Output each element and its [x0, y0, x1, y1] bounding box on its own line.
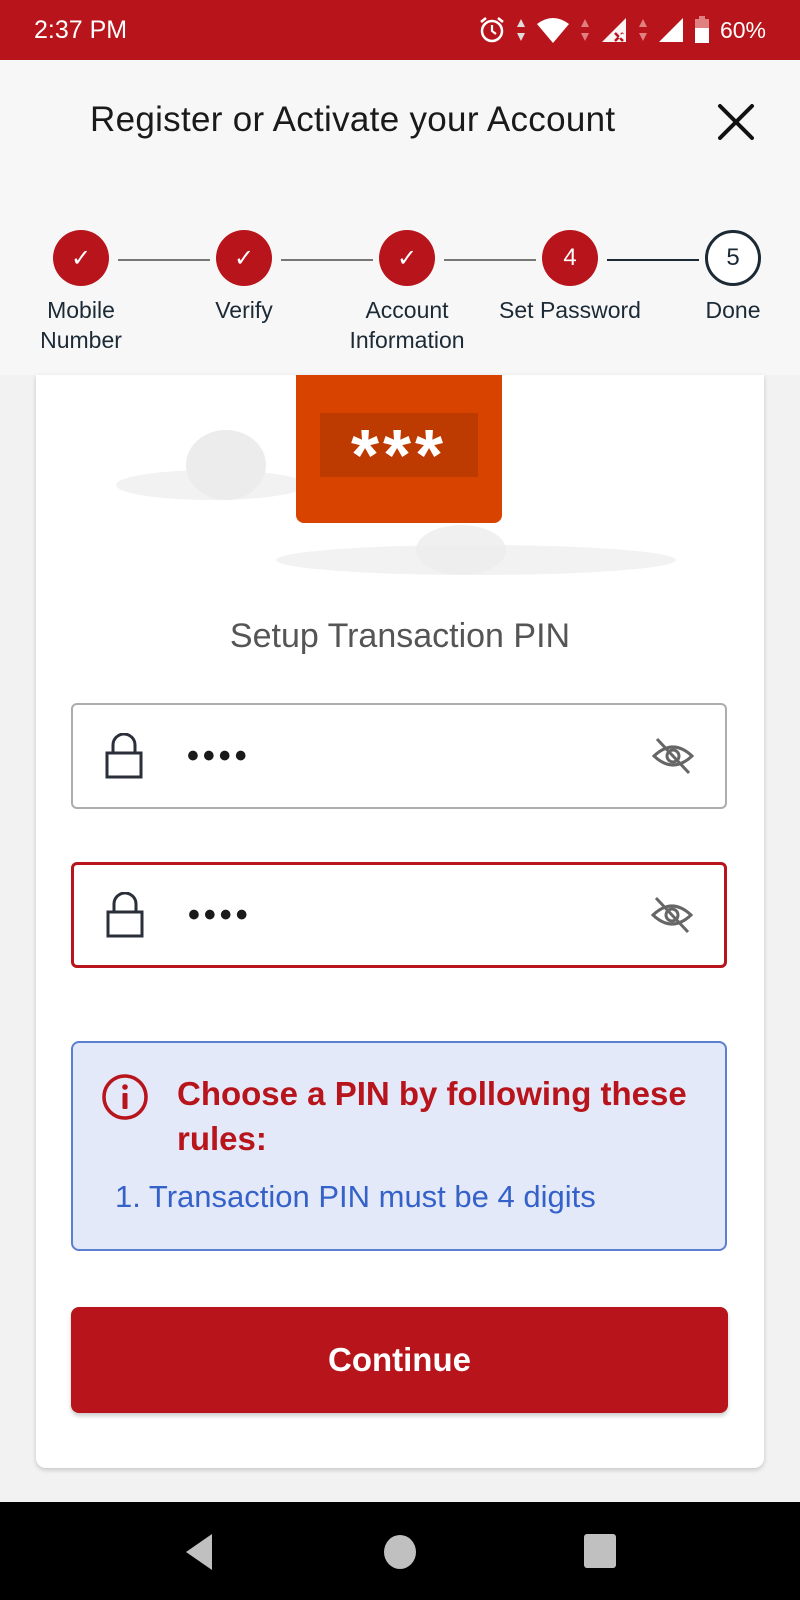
step-number: 4	[542, 230, 598, 286]
pin-setup-card: *** Setup Transaction PIN •••• •••• Choo…	[36, 375, 764, 1468]
pin-rules-notice: Choose a PIN by following these rules: 1…	[71, 1041, 727, 1251]
rule-item: 1. Transaction PIN must be 4 digits	[115, 1179, 596, 1214]
pin-graphic: ***	[296, 375, 502, 523]
status-bar: 2:37 PM 60%	[0, 0, 800, 60]
pin-graphic-text: ***	[320, 413, 478, 496]
home-icon	[384, 1535, 416, 1569]
status-icons: 60%	[478, 16, 766, 44]
rules-title: Choose a PIN by following these rules:	[177, 1075, 687, 1157]
status-time: 2:37 PM	[34, 15, 128, 44]
signal-icon	[658, 18, 683, 42]
step-label: Verify	[215, 297, 273, 323]
progress-stepper: ✓ Mobile Number ✓ Verify ✓ Account Infor…	[0, 180, 800, 375]
step-check-icon: ✓	[53, 230, 109, 286]
lock-icon	[106, 892, 144, 938]
step-done: 5 Done	[653, 230, 800, 325]
signal-no-sim-icon	[601, 18, 626, 42]
step-label: Account Information	[349, 297, 465, 353]
step-number: 5	[705, 230, 761, 286]
home-button[interactable]	[380, 1532, 420, 1572]
back-button[interactable]	[180, 1532, 220, 1572]
eye-off-icon[interactable]	[651, 736, 695, 776]
step-account-information: ✓ Account Information	[327, 230, 487, 355]
step-set-password: 4 Set Password	[490, 230, 650, 325]
wifi-arrows-icon	[580, 19, 589, 41]
signal-arrows-icon	[638, 19, 647, 41]
data-arrows-icon	[516, 19, 525, 41]
confirm-pin-value: ••••	[188, 895, 252, 934]
recents-icon	[584, 1534, 616, 1568]
header: Register or Activate your Account	[0, 60, 800, 180]
alarm-icon	[480, 17, 504, 43]
form-title: Setup Transaction PIN	[229, 617, 571, 655]
cloud-decoration	[186, 430, 266, 500]
battery-percent: 60%	[719, 16, 766, 43]
page-title: Register or Activate your Account	[90, 100, 616, 139]
step-label: Done	[705, 297, 761, 323]
pin-value: ••••	[187, 736, 251, 775]
close-button[interactable]	[716, 102, 756, 142]
pin-input[interactable]: ••••	[71, 703, 727, 809]
close-icon	[718, 104, 754, 140]
eye-off-icon[interactable]	[650, 895, 694, 935]
step-check-icon: ✓	[379, 230, 435, 286]
recents-button[interactable]	[580, 1532, 620, 1572]
confirm-pin-input[interactable]: ••••	[71, 862, 727, 968]
step-mobile-number: ✓ Mobile Number	[1, 230, 161, 355]
system-nav-bar	[0, 1502, 800, 1600]
battery-icon	[694, 16, 709, 43]
info-icon	[102, 1074, 148, 1120]
step-verify: ✓ Verify	[164, 230, 324, 325]
wifi-icon	[536, 18, 569, 43]
step-label: Mobile Number	[40, 297, 122, 353]
hero-illustration: ***	[36, 375, 764, 595]
cloud-decoration	[416, 525, 506, 575]
continue-button[interactable]: Continue	[71, 1307, 728, 1413]
step-label: Set Password	[499, 297, 641, 323]
step-check-icon: ✓	[216, 230, 272, 286]
lock-icon	[105, 733, 143, 779]
back-icon	[186, 1534, 212, 1570]
